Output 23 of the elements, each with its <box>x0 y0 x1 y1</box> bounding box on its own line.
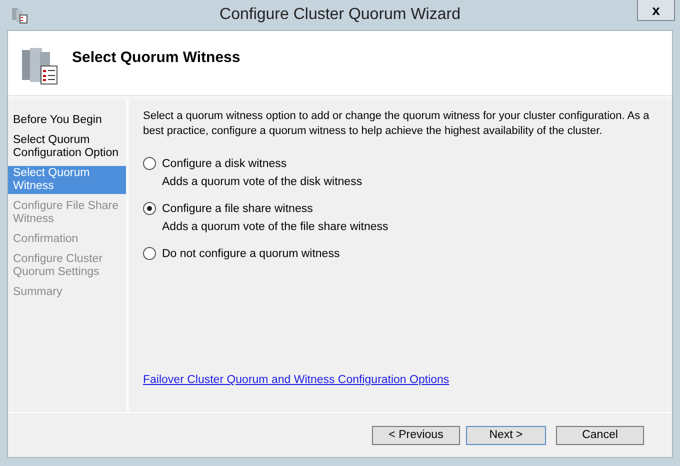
option-label: Configure a file share witness <box>162 202 313 214</box>
wizard-button[interactable]: Next > <box>466 426 546 444</box>
window-title: Configure Cluster Quorum Wizard <box>220 6 460 24</box>
step-item[interactable]: Select Quorum Configuration Option <box>8 133 126 161</box>
option-label: Do not configure a quorum witness <box>162 248 340 260</box>
radio-option[interactable]: Do not configure a quorum witness <box>143 247 662 260</box>
radio-option[interactable]: Configure a disk witness <box>143 157 662 170</box>
intro-text: Select a quorum witness option to add or change the quorum witness for your cluster configuration. As a best practice, configure a quorum witness to help achieve the highest availability of the cluster. <box>143 109 650 139</box>
help-link[interactable]: Failover Cluster Quorum and Witness Configuration Options <box>143 374 450 386</box>
radio-option[interactable]: Configure a file share witness <box>143 202 662 215</box>
close-button[interactable]: x <box>637 0 675 21</box>
server-icon <box>10 6 28 24</box>
radio-button[interactable] <box>143 157 156 170</box>
option-label: Configure a disk witness <box>162 158 287 170</box>
radio-button[interactable] <box>143 247 156 260</box>
option-description: Adds a quorum vote of the disk witness <box>162 176 364 188</box>
radio-button[interactable] <box>143 202 156 215</box>
wizard-button[interactable]: Cancel <box>556 426 644 444</box>
server-cluster-icon <box>20 46 60 86</box>
page-heading: Select Quorum Witness <box>72 48 240 66</box>
wizard-button[interactable]: < Previous <box>372 426 460 444</box>
option-description: Adds a quorum vote of the file share witness <box>162 221 390 233</box>
step-item[interactable]: Before You Begin <box>8 113 126 128</box>
